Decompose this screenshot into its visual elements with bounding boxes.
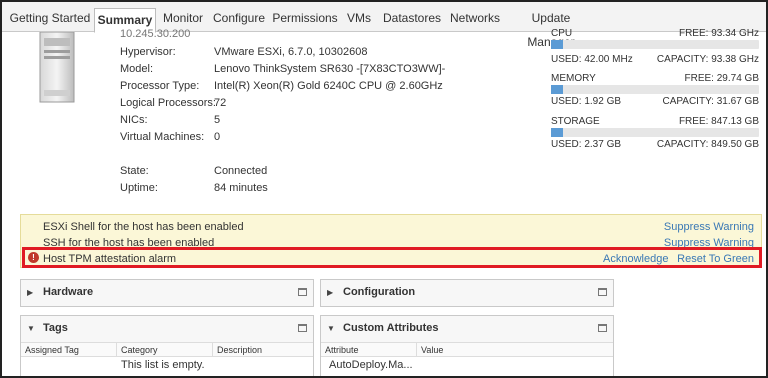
cpu-usage-bar (551, 40, 759, 49)
logical-processors-value: 72 (214, 97, 227, 109)
configuration-title: Configuration (343, 286, 416, 298)
tags-title: Tags (43, 322, 68, 334)
host-ip-truncated: 10.245.30.200 (120, 28, 191, 40)
hardware-title: Hardware (43, 286, 94, 298)
storage-header: STORAGE FREE: 847.13 GB (551, 116, 759, 127)
configuration-portlet-header[interactable]: ▶ Configuration (321, 280, 613, 306)
nics-label: NICs: (120, 114, 148, 126)
hypervisor-value: VMware ESXi, 6.7.0, 10302608 (214, 46, 368, 58)
maximize-icon[interactable] (298, 288, 307, 296)
storage-label: STORAGE (551, 116, 600, 127)
processor-label: Processor Type: (120, 80, 200, 92)
tab-getting-started[interactable]: Getting Started (8, 6, 92, 32)
expand-caret-icon[interactable]: ▶ (327, 288, 333, 297)
empty-list-message: This list is empty. (121, 359, 205, 371)
configuration-portlet: ▶ Configuration (320, 279, 614, 307)
tags-table: Assigned Tag Category Description This l… (21, 342, 313, 376)
cpu-usage-fill (551, 40, 563, 49)
expand-caret-icon[interactable]: ▶ (27, 288, 33, 297)
state-value: Connected (214, 165, 268, 177)
column-attribute[interactable]: Attribute (321, 343, 417, 357)
column-value[interactable]: Value (417, 343, 613, 357)
memory-footer: USED: 1.92 GB CAPACITY: 31.67 GB (551, 96, 759, 107)
tags-portlet: ▼ Tags Assigned Tag Category Description… (20, 315, 314, 376)
column-category[interactable]: Category (117, 343, 213, 357)
memory-capacity: CAPACITY: 31.67 GB (662, 96, 759, 107)
esxi-shell-warning: ESXi Shell for the host has been enabled (43, 221, 244, 233)
vms-label: Virtual Machines: (120, 131, 205, 143)
memory-header: MEMORY FREE: 29.74 GB (551, 73, 759, 84)
attribute-name-cell[interactable]: AutoDeploy.Ma... (325, 359, 413, 371)
model-label: Model: (120, 63, 154, 75)
memory-free: FREE: 29.74 GB (684, 73, 759, 84)
storage-free: FREE: 847.13 GB (678, 116, 759, 127)
hypervisor-label: Hypervisor: (120, 46, 176, 58)
tab-permissions[interactable]: Permissions (272, 6, 338, 32)
tab-datastores[interactable]: Datastores (382, 6, 442, 32)
memory-label: MEMORY (551, 73, 596, 84)
state-label: State: (120, 165, 149, 177)
tab-vms[interactable]: VMs (344, 6, 374, 32)
custom-attributes-portlet-header[interactable]: ▼ Custom Attributes (321, 316, 613, 342)
storage-used: USED: 2.37 GB (551, 139, 622, 150)
memory-usage-fill (551, 85, 563, 94)
uptime-value: 84 minutes (214, 182, 268, 194)
hardware-portlet-header[interactable]: ▶ Hardware (21, 280, 313, 306)
cpu-footer: USED: 42.00 MHz CAPACITY: 93.38 GHz (551, 54, 759, 65)
vms-value: 0 (214, 131, 221, 143)
processor-value: Intel(R) Xeon(R) Gold 6240C CPU @ 2.60GH… (214, 80, 443, 92)
maximize-icon[interactable] (598, 288, 607, 296)
server-icon (39, 32, 75, 103)
memory-usage-bar (551, 85, 759, 94)
maximize-icon[interactable] (298, 324, 307, 332)
hardware-portlet: ▶ Hardware (20, 279, 314, 307)
cpu-free: FREE: 93.34 GHz (678, 28, 759, 39)
model-value: Lenovo ThinkSystem SR630 -[7X83CTO3WW]- (214, 63, 446, 75)
storage-footer: USED: 2.37 GB CAPACITY: 849.50 GB (551, 139, 759, 150)
tags-portlet-header[interactable]: ▼ Tags (21, 316, 313, 342)
custom-attributes-title: Custom Attributes (343, 322, 439, 334)
logical-processors-label: Logical Processors: (120, 97, 216, 109)
cpu-header: CPU FREE: 93.34 GHz (551, 28, 759, 40)
alarm-highlight-box (22, 247, 762, 268)
cpu-used: USED: 42.00 MHz (551, 54, 633, 65)
cpu-label: CPU (551, 28, 573, 39)
storage-usage-bar (551, 128, 759, 137)
column-description[interactable]: Description (213, 343, 313, 357)
uptime-label: Uptime: (120, 182, 158, 194)
collapse-caret-icon[interactable]: ▼ (327, 324, 335, 333)
storage-capacity: CAPACITY: 849.50 GB (656, 139, 759, 150)
memory-used: USED: 1.92 GB (551, 96, 622, 107)
column-assigned-tag[interactable]: Assigned Tag (21, 343, 117, 357)
custom-attributes-table: Attribute Value AutoDeploy.Ma... (321, 342, 613, 376)
collapse-caret-icon[interactable]: ▼ (27, 324, 35, 333)
custom-attributes-portlet: ▼ Custom Attributes Attribute Value Auto… (320, 315, 614, 376)
suppress-warning-link-esxi-shell[interactable]: Suppress Warning (664, 221, 754, 233)
host-summary-panel: Getting Started Summary Monitor Configur… (0, 0, 768, 378)
tab-networks[interactable]: Networks (448, 6, 502, 32)
nics-value: 5 (214, 114, 221, 126)
maximize-icon[interactable] (598, 324, 607, 332)
cpu-capacity: CAPACITY: 93.38 GHz (656, 54, 759, 65)
tab-configure[interactable]: Configure (212, 6, 266, 32)
storage-usage-fill (551, 128, 563, 137)
